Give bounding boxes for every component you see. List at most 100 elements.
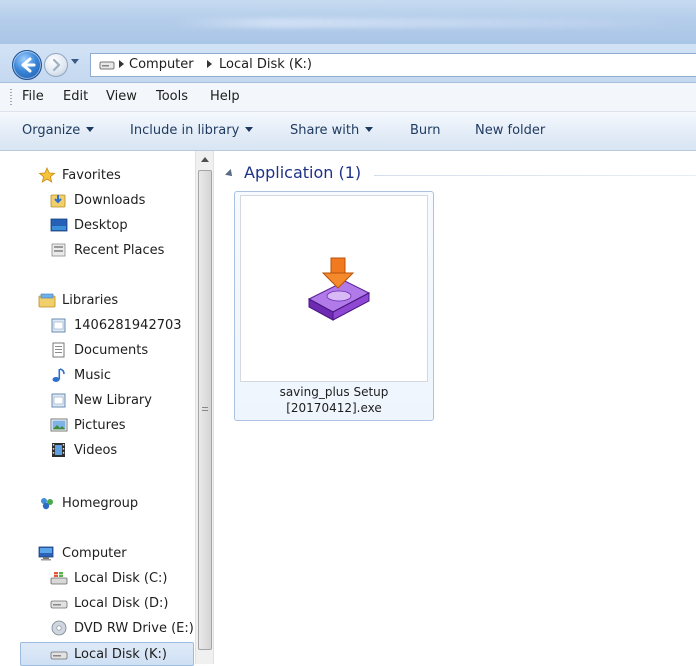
breadcrumb-arrow-icon[interactable] [207, 60, 212, 68]
back-button[interactable] [12, 50, 42, 80]
library-folder-icon [51, 393, 66, 408]
nav-item-label: Desktop [74, 217, 128, 233]
collapse-triangle-icon[interactable] [225, 168, 235, 179]
navigation-bar: Computer Local Disk (K:) [0, 44, 696, 83]
dvd-drive-icon [51, 620, 67, 636]
pictures-icon [50, 418, 68, 432]
nav-item-label: New Library [74, 392, 152, 408]
nav-item-recent-places[interactable]: Recent Places [50, 239, 164, 261]
nav-item-library-1406281942703[interactable]: 1406281942703 [50, 314, 182, 336]
library-folder-icon [51, 318, 66, 333]
drive-icon [50, 651, 68, 660]
nav-item-local-disk-d[interactable]: Local Disk (D:) [50, 592, 168, 614]
nav-item-pictures[interactable]: Pictures [50, 414, 125, 436]
videos-film-icon [52, 443, 65, 457]
address-bar[interactable]: Computer Local Disk (K:) [90, 53, 696, 77]
scroll-up-arrow-icon[interactable] [196, 151, 213, 168]
file-name-line-2: [20170412].exe [286, 401, 382, 415]
chevron-down-icon [245, 127, 254, 132]
title-glass-glow [170, 18, 690, 28]
nav-libraries[interactable]: Libraries [38, 289, 118, 311]
include-in-library-button[interactable]: Include in library [130, 123, 254, 138]
nav-item-label: Local Disk (C:) [74, 570, 168, 586]
music-note-icon [52, 368, 65, 382]
installer-icon [307, 257, 371, 321]
nav-item-label: Local Disk (D:) [74, 595, 169, 611]
window-title-bar [0, 0, 696, 44]
menu-bar: File Edit View Tools Help [0, 83, 696, 112]
star-icon [38, 167, 56, 183]
nav-favorites[interactable]: Favorites [38, 164, 121, 186]
recent-places-icon [51, 243, 66, 257]
nav-item-desktop[interactable]: Desktop [50, 214, 128, 236]
menu-view[interactable]: View [106, 89, 137, 104]
system-drive-icon [50, 572, 68, 585]
nav-item-music[interactable]: Music [50, 364, 111, 386]
nav-item-label: Recent Places [74, 242, 165, 258]
recent-pages-chevron-down-icon[interactable] [70, 58, 80, 66]
file-item-saving-plus-setup[interactable]: saving_plus Setup [20170412].exe [234, 191, 434, 421]
chevron-down-icon [86, 127, 95, 132]
nav-libraries-label: Libraries [62, 292, 119, 308]
homegroup-icon [41, 498, 53, 510]
file-name: saving_plus Setup [20170412].exe [235, 384, 433, 416]
organize-label: Organize [22, 123, 81, 138]
menu-edit[interactable]: Edit [63, 89, 88, 104]
documents-icon [52, 342, 65, 358]
downloads-folder-icon [50, 194, 66, 208]
nav-item-local-disk-c[interactable]: Local Disk (C:) [50, 567, 167, 589]
nav-item-label: Local Disk (K:) [74, 646, 167, 662]
computer-icon [38, 546, 54, 561]
file-name-line-1: saving_plus Setup [279, 385, 389, 399]
group-header-application[interactable]: Application (1) [225, 163, 362, 182]
arrow-right-icon [52, 58, 61, 72]
organize-button[interactable]: Organize [22, 123, 95, 138]
desktop-icon [50, 218, 68, 232]
share-with-label: Share with [290, 123, 360, 138]
navigation-pane: Favorites Downloads Desktop Recent Place… [0, 151, 214, 666]
command-bar: Organize Include in library Share with B… [0, 112, 696, 151]
arrow-left-icon [21, 57, 36, 73]
group-divider [374, 175, 696, 176]
nav-homegroup[interactable]: Homegroup [38, 492, 138, 514]
group-title: Application (1) [244, 163, 362, 182]
nav-item-label: Documents [74, 342, 149, 358]
nav-item-label: Videos [74, 442, 118, 458]
nav-computer-label: Computer [62, 545, 127, 561]
file-list-area: Application (1) saving_plus Setup [20170… [214, 151, 696, 664]
menu-help[interactable]: Help [210, 89, 240, 104]
nav-favorites-label: Favorites [62, 167, 121, 183]
scroll-thumb[interactable] [198, 170, 212, 650]
nav-item-label: Downloads [74, 192, 146, 208]
forward-button[interactable] [44, 53, 68, 77]
scroll-grip-icon [202, 407, 208, 413]
navigation-pane-scrollbar[interactable] [195, 151, 213, 664]
nav-item-local-disk-k[interactable]: Local Disk (K:) [20, 642, 194, 666]
breadcrumb-computer[interactable]: Computer [129, 57, 194, 72]
share-with-button[interactable]: Share with [290, 123, 374, 138]
file-thumbnail [240, 195, 428, 382]
nav-item-label: 1406281942703 [74, 317, 182, 333]
nav-item-label: Pictures [74, 417, 126, 433]
menu-file[interactable]: File [22, 89, 44, 104]
chevron-down-icon [365, 127, 374, 132]
drive-icon [50, 600, 68, 609]
burn-button[interactable]: Burn [410, 123, 441, 138]
nav-item-new-library[interactable]: New Library [50, 389, 152, 411]
include-in-library-label: Include in library [130, 123, 240, 138]
nav-item-dvd-rw-drive-e[interactable]: DVD RW Drive (E:) [50, 617, 194, 639]
breadcrumb-arrow-icon[interactable] [119, 60, 124, 68]
menu-grip [10, 89, 12, 105]
nav-item-documents[interactable]: Documents [50, 339, 148, 361]
drive-icon [99, 61, 115, 70]
menu-tools[interactable]: Tools [156, 89, 188, 104]
library-icon [38, 293, 56, 308]
breadcrumb-local-disk-k[interactable]: Local Disk (K:) [219, 57, 312, 72]
new-folder-button[interactable]: New folder [475, 123, 545, 138]
nav-item-label: Music [74, 367, 111, 383]
nav-homegroup-label: Homegroup [62, 495, 139, 511]
nav-item-downloads[interactable]: Downloads [50, 189, 145, 211]
nav-computer[interactable]: Computer [38, 542, 127, 564]
nav-item-videos[interactable]: Videos [50, 439, 117, 461]
nav-item-label: DVD RW Drive (E:) [74, 620, 194, 636]
